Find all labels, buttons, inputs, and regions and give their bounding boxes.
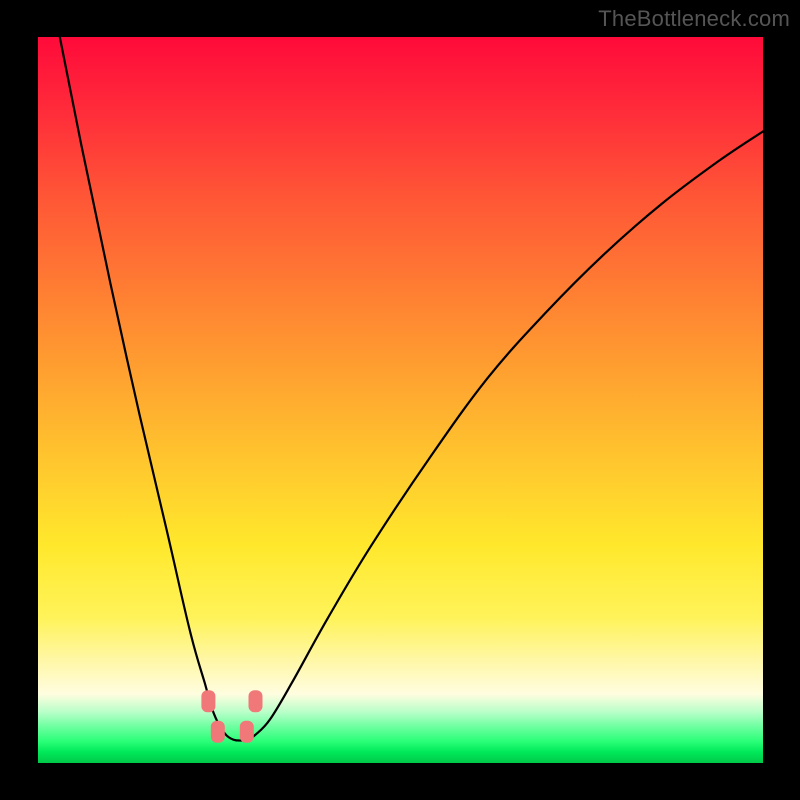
bottleneck-curve [60,37,763,741]
curve-marker [211,721,225,743]
chart-frame: TheBottleneck.com [0,0,800,800]
curve-marker [240,721,254,743]
watermark-text: TheBottleneck.com [598,6,790,32]
marker-group [201,690,262,743]
plot-area [38,37,763,763]
curve-marker [249,690,263,712]
curve-marker [201,690,215,712]
curve-svg [38,37,763,763]
